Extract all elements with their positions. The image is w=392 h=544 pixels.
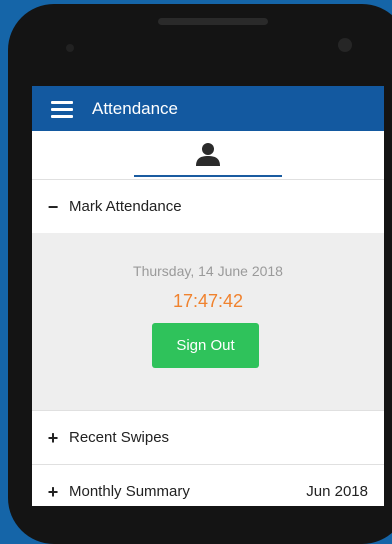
person-icon xyxy=(196,143,220,166)
app-title: Attendance xyxy=(92,98,179,118)
mark-attendance-header[interactable]: − Mark Attendance xyxy=(32,179,384,233)
current-time: 17:47:42 xyxy=(172,291,244,311)
menu-button[interactable] xyxy=(32,86,92,131)
tab-profile[interactable] xyxy=(134,131,282,177)
monthly-summary-label: Monthly Summary xyxy=(69,483,190,500)
recent-swipes-header[interactable]: + Recent Swipes xyxy=(32,410,384,464)
collapse-icon: − xyxy=(47,196,59,217)
phone-sensor xyxy=(66,44,74,52)
tab-indicator xyxy=(134,175,282,177)
phone-camera xyxy=(338,38,352,52)
expand-icon: + xyxy=(47,427,59,448)
phone-speaker xyxy=(158,18,268,25)
tab-bar xyxy=(32,131,384,179)
app-bar: Attendance xyxy=(32,86,384,131)
mark-attendance-label: Mark Attendance xyxy=(69,198,182,215)
sign-out-button[interactable]: Sign Out xyxy=(152,323,259,368)
recent-swipes-label: Recent Swipes xyxy=(69,429,170,446)
mark-attendance-panel: Thursday, 14 June 2018 17:47:42 Sign Out xyxy=(32,233,384,410)
monthly-summary-header[interactable]: + Monthly Summary Jun 2018 xyxy=(32,464,384,506)
hamburger-icon xyxy=(51,100,73,118)
current-date: Thursday, 14 June 2018 xyxy=(133,263,283,279)
summary-month: Jun 2018 xyxy=(306,483,368,500)
app-screen: Attendance − Mark Attendance Thursday, 1… xyxy=(32,86,384,506)
